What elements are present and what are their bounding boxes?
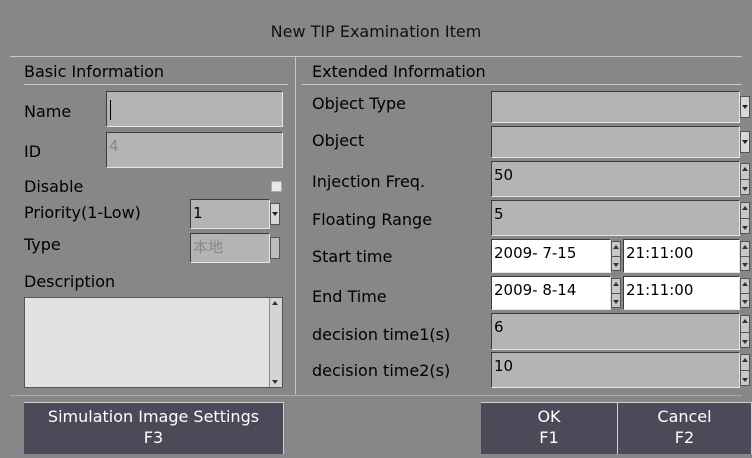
spin-up-icon	[613, 282, 619, 286]
spin-up-icon	[742, 206, 748, 210]
end-time-value: 21:11:00	[626, 281, 694, 299]
chevron-down-icon	[272, 212, 278, 216]
floating-range-label: Floating Range	[312, 210, 433, 229]
spin-down-icon	[613, 300, 619, 304]
disable-label: Disable	[24, 177, 84, 196]
spin-down-icon	[742, 340, 748, 344]
simulation-image-settings-key: F3	[143, 428, 164, 447]
spin-up-icon	[742, 167, 748, 171]
injection-freq-input[interactable]: 50	[491, 161, 740, 197]
floating-range-value: 5	[494, 205, 504, 223]
ok-label: OK	[537, 407, 561, 426]
basic-heading-underline	[24, 84, 288, 85]
extended-info-heading: Extended Information	[312, 62, 486, 81]
cancel-key: F2	[674, 428, 695, 447]
spin-up-icon	[742, 245, 748, 249]
description-label: Description	[24, 272, 116, 291]
object-dropdown-button[interactable]	[740, 131, 750, 153]
end-date-value: 2009- 8-14	[494, 281, 577, 299]
object-type-select[interactable]	[491, 91, 740, 123]
object-type-dropdown-button[interactable]	[740, 96, 750, 118]
name-label: Name	[24, 102, 72, 121]
name-input[interactable]	[106, 91, 283, 127]
object-select[interactable]	[491, 126, 740, 158]
scroll-up-icon[interactable]	[272, 301, 278, 305]
start-date-spinner[interactable]	[611, 241, 621, 271]
start-date-input[interactable]: 2009- 7-15	[491, 239, 611, 273]
decision-time2-spinner[interactable]	[740, 354, 750, 386]
end-time-label: End Time	[312, 287, 387, 306]
spin-up-icon	[742, 319, 748, 323]
priority-select[interactable]: 1	[190, 199, 270, 229]
spin-down-icon	[613, 263, 619, 267]
decision-time1-input[interactable]: 6	[491, 313, 740, 350]
end-date-input[interactable]: 2009- 8-14	[491, 276, 611, 310]
chevron-down-icon	[742, 140, 748, 144]
injection-freq-label: Injection Freq.	[312, 172, 426, 191]
text-caret	[110, 100, 111, 120]
start-time-value: 21:11:00	[626, 244, 694, 262]
end-time-spinner[interactable]	[740, 278, 750, 308]
object-type-label: Object Type	[312, 94, 406, 113]
chevron-down-icon	[742, 105, 748, 109]
start-time-input[interactable]: 21:11:00	[623, 239, 740, 273]
decision-time2-input[interactable]: 10	[491, 352, 740, 388]
decision-time2-label: decision time2(s)	[312, 361, 451, 380]
spin-up-icon	[742, 282, 748, 286]
simulation-image-settings-label: Simulation Image Settings	[47, 407, 260, 426]
ok-key: F1	[539, 428, 559, 447]
end-date-spinner[interactable]	[611, 278, 621, 308]
id-field: 4	[106, 132, 283, 168]
object-label: Object	[312, 131, 365, 150]
decision-time1-value: 6	[494, 318, 504, 336]
end-time-input[interactable]: 21:11:00	[623, 276, 740, 310]
scroll-down-icon[interactable]	[272, 380, 278, 384]
spin-down-icon	[742, 187, 748, 191]
decision-time1-label: decision time1(s)	[312, 325, 451, 344]
title-divider	[10, 56, 742, 57]
type-value: 本地	[193, 238, 224, 256]
start-date-value: 2009- 7-15	[494, 244, 577, 262]
type-dropdown-button	[270, 237, 280, 259]
footer-divider	[10, 395, 742, 396]
id-label: ID	[24, 142, 42, 161]
spin-up-icon	[742, 358, 748, 362]
spin-down-icon	[742, 226, 748, 230]
injection-freq-spinner[interactable]	[740, 163, 750, 195]
priority-value: 1	[193, 204, 203, 222]
description-textarea[interactable]	[24, 297, 283, 388]
decision-time1-spinner[interactable]	[740, 315, 750, 348]
injection-freq-value: 50	[494, 166, 514, 184]
spin-down-icon	[742, 300, 748, 304]
tip-examination-dialog: New TIP Examination Item Basic Informati…	[0, 0, 752, 458]
decision-time2-value: 10	[494, 357, 514, 375]
priority-dropdown-button[interactable]	[270, 203, 280, 225]
cancel-label: Cancel	[657, 407, 712, 426]
ok-button[interactable]: OK F1	[481, 402, 618, 454]
floating-range-spinner[interactable]	[740, 202, 750, 234]
start-time-spinner[interactable]	[740, 241, 750, 271]
dialog-title: New TIP Examination Item	[270, 22, 482, 41]
type-field: 本地	[190, 233, 270, 263]
basic-info-heading: Basic Information	[24, 62, 165, 81]
floating-range-input[interactable]: 5	[491, 200, 740, 236]
disable-checkbox[interactable]	[271, 181, 282, 192]
section-divider	[295, 56, 296, 394]
spin-down-icon	[742, 378, 748, 382]
id-value: 4	[109, 137, 119, 155]
simulation-image-settings-button[interactable]: Simulation Image Settings F3	[24, 402, 284, 454]
extended-heading-underline	[302, 84, 742, 85]
spin-down-icon	[742, 263, 748, 267]
description-scrollbar[interactable]	[269, 298, 282, 387]
spin-up-icon	[613, 245, 619, 249]
cancel-button[interactable]: Cancel F2	[618, 402, 752, 454]
start-time-label: Start time	[312, 247, 393, 266]
priority-label: Priority(1-Low)	[24, 203, 141, 222]
type-label: Type	[24, 235, 61, 254]
